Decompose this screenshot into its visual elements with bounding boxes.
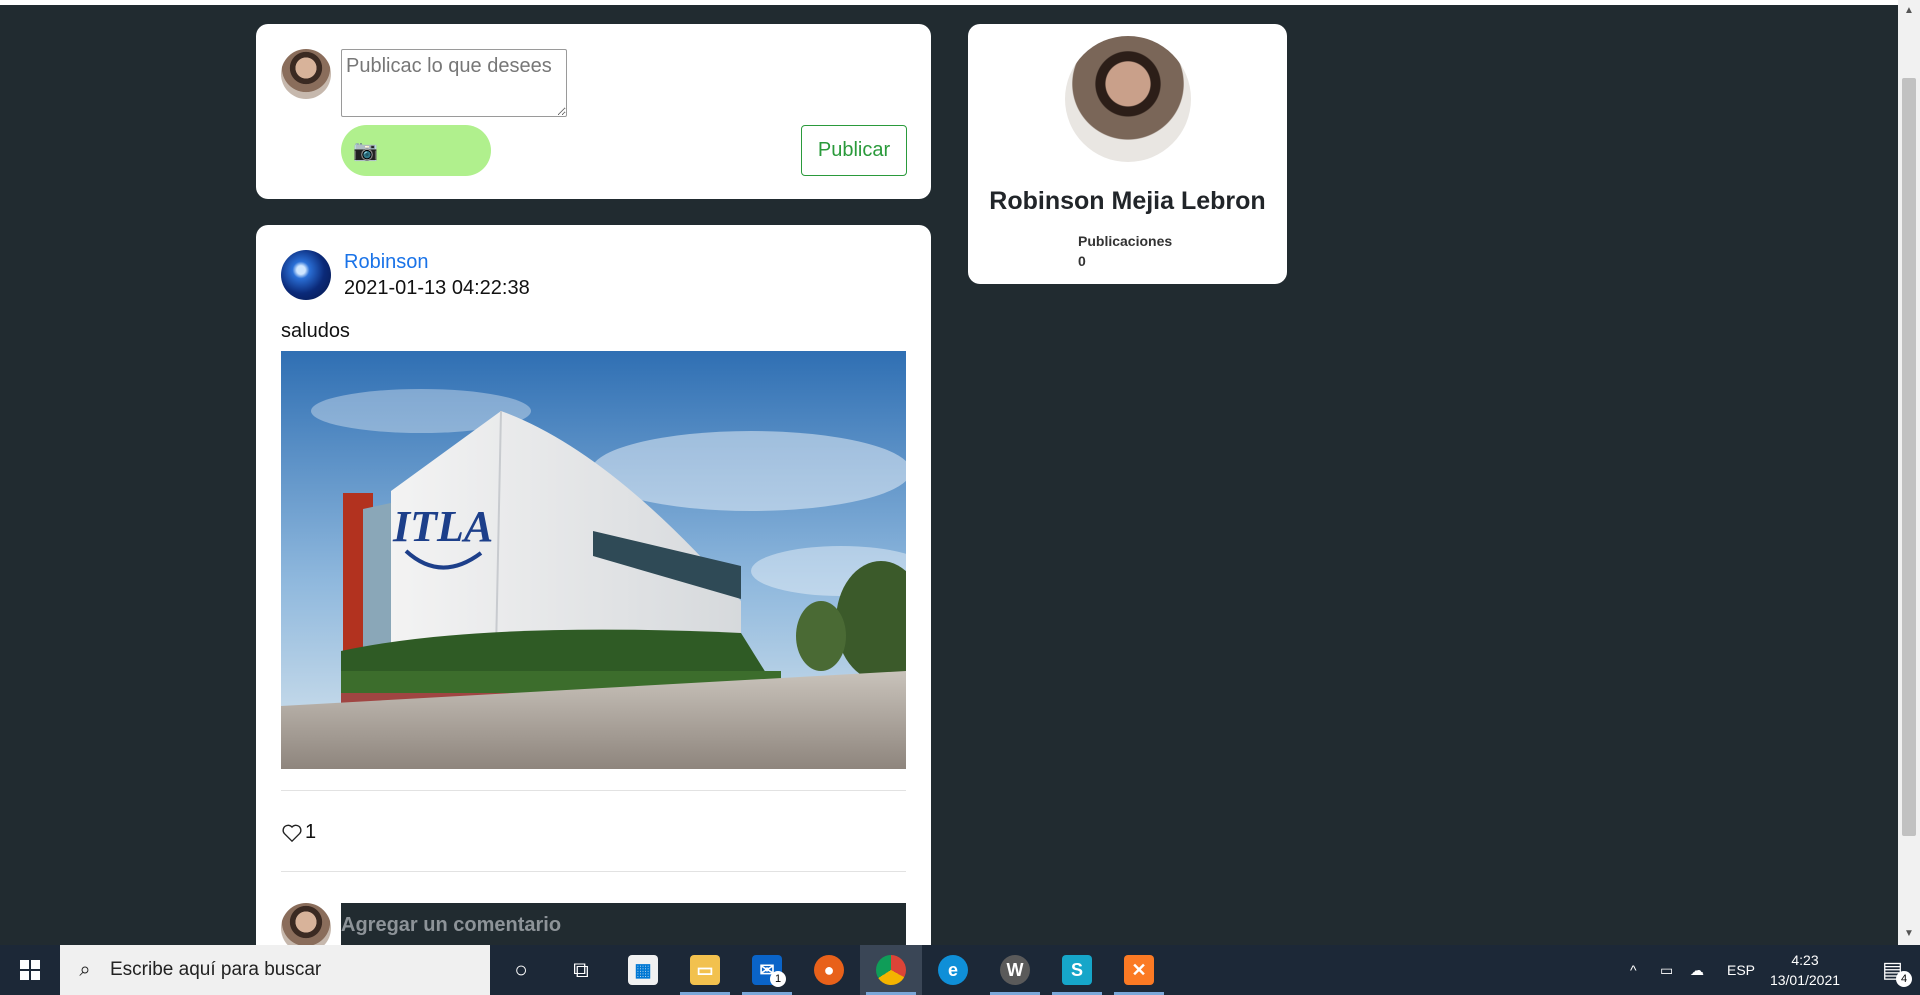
profile-name: Robinson Mejia Lebron: [989, 187, 1266, 215]
scroll-down-arrow-icon[interactable]: ▼: [1898, 923, 1920, 945]
task-view-icon[interactable]: ⧉: [550, 945, 612, 995]
windows-taskbar: ⌕ Escribe aquí para buscar ○ ⧉ ▦ ▭ ✉ 1 ●…: [0, 945, 1920, 995]
publish-button[interactable]: Publicar: [801, 125, 907, 176]
sublime-icon[interactable]: S: [1046, 945, 1108, 995]
start-button[interactable]: [0, 945, 60, 995]
battery-icon[interactable]: ▭: [1660, 945, 1673, 995]
like-count: 1: [305, 821, 317, 843]
mail-badge: 1: [770, 971, 786, 987]
post-author-link[interactable]: Robinson: [344, 251, 429, 274]
page-scrollbar[interactable]: ▲ ▼: [1898, 0, 1920, 945]
taskbar-search[interactable]: ⌕ Escribe aquí para buscar: [60, 945, 490, 995]
like-section: 1: [281, 821, 316, 844]
add-photo-button[interactable]: 📷: [341, 125, 491, 176]
scroll-up-arrow-icon[interactable]: ▲: [1898, 0, 1920, 22]
camera-icon: 📷: [353, 140, 378, 162]
xampp-icon[interactable]: ✕: [1108, 945, 1170, 995]
windows-logo-icon: [20, 960, 40, 980]
file-explorer-icon[interactable]: ▭: [674, 945, 736, 995]
taskbar-clock[interactable]: 4:23 13/01/2021: [1760, 950, 1850, 990]
post-timestamp: 2021-01-13 04:22:38: [344, 277, 530, 299]
user-avatar: [281, 49, 331, 99]
divider: [281, 790, 906, 791]
itla-sign: ITLA: [392, 502, 493, 551]
wamp-icon[interactable]: W: [984, 945, 1046, 995]
mail-icon[interactable]: ✉ 1: [736, 945, 798, 995]
profile-avatar: [1065, 36, 1191, 162]
clock-date: 13/01/2021: [1769, 972, 1841, 988]
search-icon: ⌕: [79, 958, 91, 981]
onedrive-cloud-icon[interactable]: ☁: [1690, 945, 1704, 995]
post-card: Robinson 2021-01-13 04:22:38 saludos ITL…: [256, 225, 931, 965]
firefox-icon[interactable]: ●: [798, 945, 860, 995]
post-composer-card: 📷 Publicar: [256, 24, 931, 199]
posts-stat-label: Publicaciones: [1078, 233, 1173, 249]
divider: [281, 871, 906, 872]
clock-time: 4:23: [1791, 952, 1819, 968]
notification-count: 4: [1896, 971, 1912, 987]
show-hidden-icons-chevron-up-icon[interactable]: ^: [1630, 945, 1637, 995]
author-avatar[interactable]: [281, 250, 331, 300]
store-icon[interactable]: ▦: [612, 945, 674, 995]
comment-input[interactable]: [341, 903, 906, 948]
language-indicator[interactable]: ESP: [1727, 945, 1755, 995]
cortana-icon[interactable]: ○: [490, 945, 552, 995]
heart-icon[interactable]: [281, 823, 303, 843]
posts-stat-value: 0: [1078, 253, 1086, 269]
chrome-icon[interactable]: [860, 945, 922, 995]
notification-center-icon[interactable]: ▤ 4: [1865, 945, 1920, 995]
edge-icon[interactable]: e: [922, 945, 984, 995]
browser-top-edge: [0, 0, 1898, 5]
profile-card: Robinson Mejia Lebron Publicaciones 0: [968, 24, 1287, 284]
scroll-thumb[interactable]: [1902, 78, 1916, 836]
post-image: ITLA: [281, 351, 906, 769]
post-composer-input[interactable]: [341, 49, 567, 117]
post-text: saludos: [281, 320, 350, 342]
taskbar-search-placeholder: Escribe aquí para buscar: [110, 959, 322, 980]
